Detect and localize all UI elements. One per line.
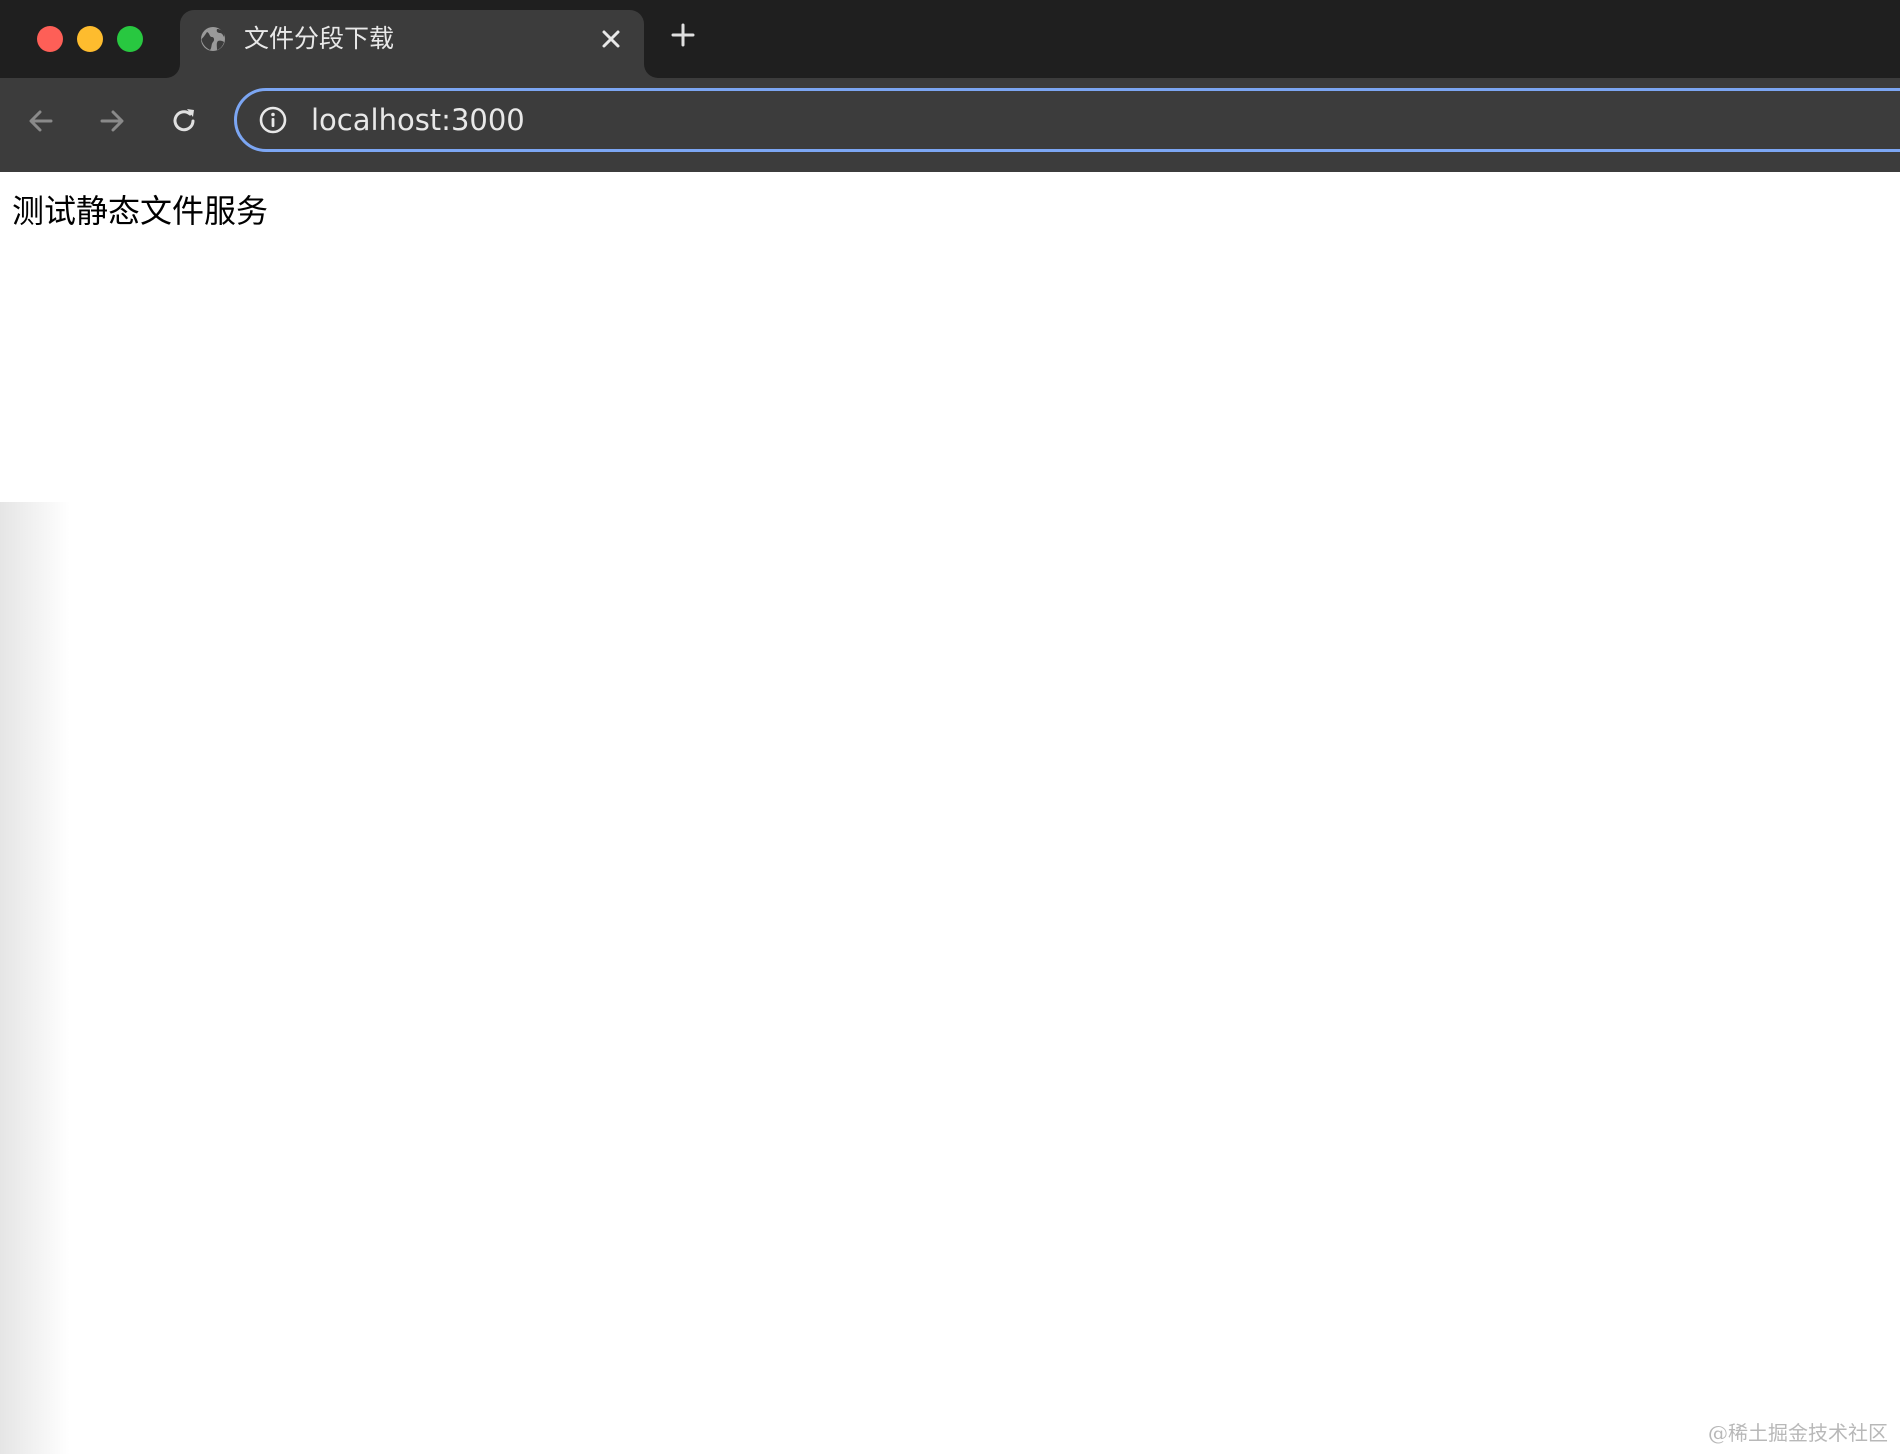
window-close-button[interactable] bbox=[37, 26, 63, 52]
edge-shadow bbox=[0, 502, 70, 1454]
info-icon[interactable] bbox=[257, 104, 289, 136]
tab-title: 文件分段下载 bbox=[244, 24, 395, 53]
plus-icon[interactable] bbox=[668, 20, 698, 50]
page-content: 测试静态文件服务 @稀土掘金技术社区 bbox=[0, 172, 1900, 1454]
browser-window: 文件分段下载 localhost:3000 测试静态文件服务 @稀土掘金技术社区 bbox=[0, 0, 1900, 1454]
watermark: @稀土掘金技术社区 bbox=[1708, 1421, 1888, 1445]
reload-icon[interactable] bbox=[167, 104, 201, 138]
address-text[interactable]: localhost:3000 bbox=[311, 101, 525, 139]
page-body-text: 测试静态文件服务 bbox=[12, 192, 269, 230]
tab-strip: 文件分段下载 bbox=[0, 0, 1900, 78]
arrow-left-icon[interactable] bbox=[24, 104, 58, 138]
browser-toolbar: localhost:3000 bbox=[0, 78, 1900, 172]
window-maximize-button[interactable] bbox=[117, 26, 143, 52]
tab-active[interactable]: 文件分段下载 bbox=[180, 10, 644, 78]
arrow-right-icon[interactable] bbox=[95, 104, 129, 138]
address-bar[interactable]: localhost:3000 bbox=[234, 88, 1900, 152]
globe-icon bbox=[201, 27, 225, 51]
close-icon[interactable] bbox=[596, 24, 626, 54]
window-minimize-button[interactable] bbox=[77, 26, 103, 52]
